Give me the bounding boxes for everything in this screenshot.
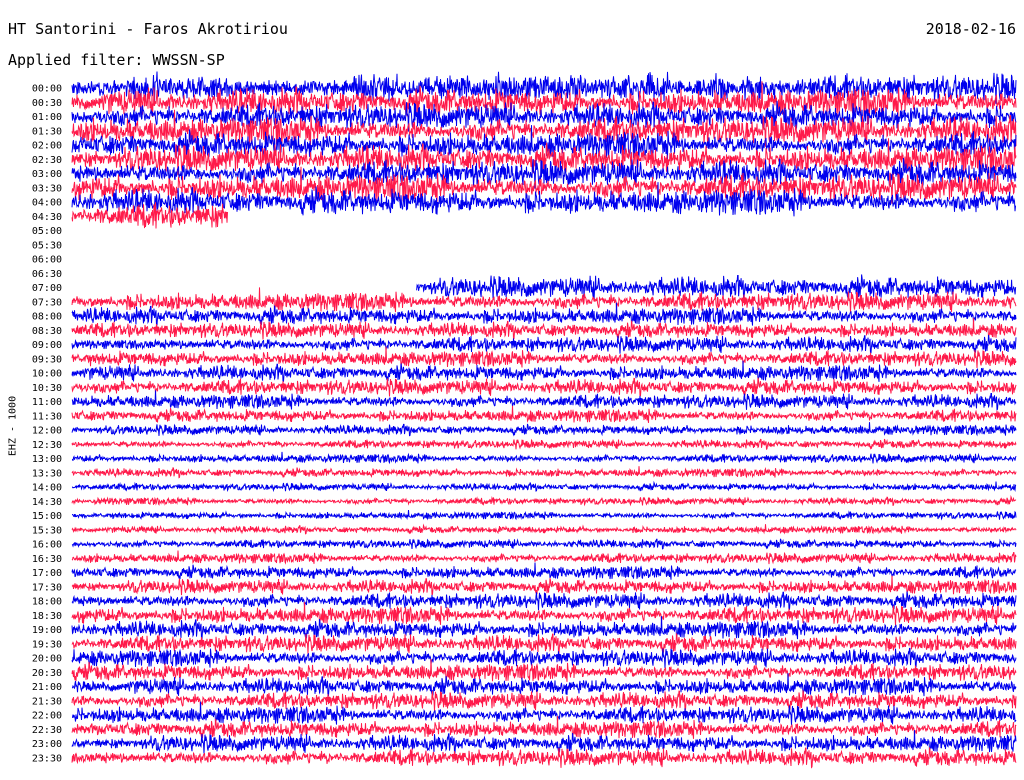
row-time-label: 07:00	[32, 283, 62, 294]
row-time-label: 22:00	[32, 711, 62, 722]
row-time-label: 06:30	[32, 269, 62, 280]
row-time-label: 07:30	[32, 297, 62, 308]
row-time-label: 14:00	[32, 483, 62, 494]
trace-row-0800	[71, 302, 1017, 327]
row-time-label: 12:30	[32, 440, 62, 451]
row-time-label: 11:30	[32, 411, 62, 422]
trace-row-1000	[71, 360, 1017, 384]
row-time-label: 11:00	[32, 397, 62, 408]
row-time-label: 21:00	[32, 682, 62, 693]
trace-row-1630	[71, 550, 1017, 565]
row-time-label: 23:00	[32, 739, 62, 750]
row-time-label: 13:00	[32, 454, 62, 465]
row-time-label: 15:30	[32, 525, 62, 536]
trace-row-1430	[71, 494, 1017, 507]
trace-row-1300	[71, 451, 1017, 465]
row-time-label: 04:00	[32, 198, 62, 209]
trace-row-1800	[71, 591, 1017, 612]
trace-row-1030	[71, 377, 1017, 398]
row-time-label: 14:30	[32, 497, 62, 508]
trace-row-2330	[71, 747, 1017, 769]
trace-row-1600	[71, 538, 1017, 550]
trace-row-1330	[71, 466, 1017, 479]
row-time-label: 08:00	[32, 312, 62, 323]
helicorder-plot: 00:00 00:30 01:00 01:30 02:00 02:30 03:00 03:30…	[32, 71, 1017, 769]
trace-row-1830	[71, 601, 1017, 626]
trace-row-0830	[71, 318, 1017, 341]
trace-row-1400	[71, 480, 1017, 493]
trace-row-2130	[71, 690, 1017, 712]
row-time-label: 18:00	[32, 597, 62, 608]
trace-row-1530	[71, 523, 1017, 535]
trace-row-1200	[71, 422, 1017, 437]
row-time-label: 03:00	[32, 169, 62, 180]
row-time-label: 01:30	[32, 126, 62, 137]
row-time-label: 20:30	[32, 668, 62, 679]
row-time-label: 17:30	[32, 582, 62, 593]
trace-row-1730	[71, 575, 1017, 596]
row-time-label: 02:00	[32, 141, 62, 152]
row-time-label: 17:00	[32, 568, 62, 579]
row-time-label: 09:00	[32, 340, 62, 351]
row-time-label: 10:00	[32, 369, 62, 380]
row-time-label: 09:30	[32, 354, 62, 365]
row-time-label: 20:00	[32, 654, 62, 665]
trace-row-1230	[71, 438, 1017, 450]
row-time-label: 00:30	[32, 98, 62, 109]
row-time-label: 18:30	[32, 611, 62, 622]
row-time-label: 13:30	[32, 468, 62, 479]
row-time-label: 16:00	[32, 540, 62, 551]
trace-row-1500	[72, 509, 1017, 521]
row-time-label: 03:30	[32, 183, 62, 194]
row-time-label: 08:30	[32, 326, 62, 337]
trace-row-1130	[71, 405, 1017, 423]
row-time-label: 12:00	[32, 426, 62, 437]
trace-row-0930	[71, 346, 1017, 369]
row-time-label: 01:00	[32, 112, 62, 123]
row-time-label: 19:30	[32, 639, 62, 650]
row-time-label: 05:00	[32, 226, 62, 237]
trace-row-1700	[71, 562, 1017, 580]
row-time-label: 23:30	[32, 753, 62, 764]
row-time-label: 10:30	[32, 383, 62, 394]
row-time-label: 16:30	[32, 554, 62, 565]
trace-row-1930	[71, 633, 1017, 655]
row-time-label: 22:30	[32, 725, 62, 736]
trace-row-2000	[71, 647, 1017, 669]
trace-row-0900	[71, 334, 1017, 355]
row-time-label: 19:00	[32, 625, 62, 636]
row-time-label: 06:00	[32, 255, 62, 266]
row-time-label: 00:00	[32, 84, 62, 95]
row-time-label: 05:30	[32, 240, 62, 251]
row-time-label: 02:30	[32, 155, 62, 166]
row-time-label: 15:00	[32, 511, 62, 522]
row-time-label: 04:30	[32, 212, 62, 223]
row-time-label: 21:30	[32, 696, 62, 707]
